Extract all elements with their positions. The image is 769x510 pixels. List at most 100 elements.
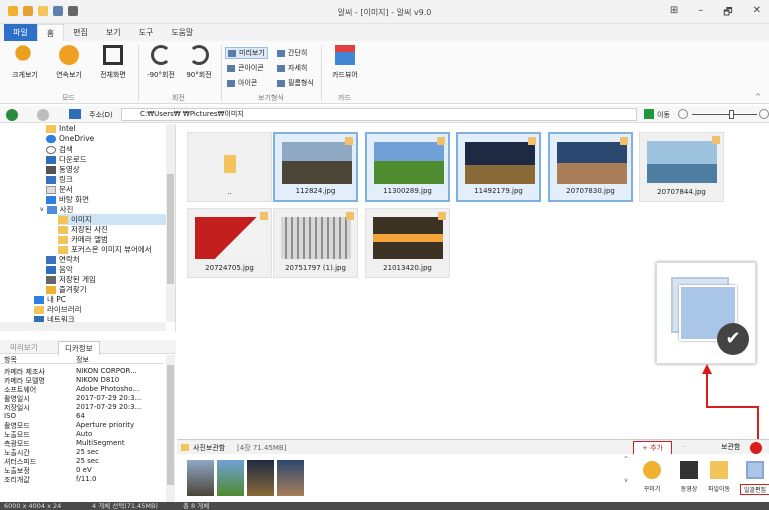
decorate-icon[interactable] [643, 461, 661, 479]
tree-scroll-thumb[interactable] [167, 174, 174, 284]
close-button[interactable]: ✕ [753, 5, 761, 22]
view-simple-label: 간단히 [288, 49, 308, 57]
tree-item[interactable]: OneDrive [46, 134, 94, 143]
tab-home[interactable]: 홈 [36, 24, 65, 41]
zoom-out-icon[interactable] [678, 109, 688, 119]
go-button[interactable]: 이동 [657, 110, 670, 120]
tray-thumbnail[interactable] [187, 460, 214, 496]
table-row: 저장일시 2017-07-29 20:3... [0, 403, 164, 412]
thumbnail-caption: 112824.jpg [295, 187, 336, 195]
prop-value: NIKON CORPOR... [76, 367, 137, 375]
table-row: 촬영일시 2017-07-29 20:3... [0, 394, 164, 403]
view-preview[interactable]: 미리보기 [225, 47, 268, 59]
ribbon-separator [321, 45, 322, 101]
thumbnail-parent-folder[interactable]: .. [187, 132, 272, 202]
move-file-label[interactable]: 파일이동 [704, 484, 734, 493]
folder-tree: Intel OneDrive 검색 다운로드 동영상 링크 문서 바탕 화면 v… [0, 124, 176, 332]
zoom-slider-thumb[interactable] [729, 110, 734, 119]
video-icon [46, 165, 56, 174]
magnifier-icon [15, 45, 35, 65]
rotate-left-button[interactable]: -90°회전 [140, 45, 182, 80]
thumbnail-caption: 20751797 (1).jpg [285, 264, 346, 272]
minimize-button[interactable]: – [698, 5, 703, 22]
status-bar: 6000 x 4004 x 24 4 개체 선택(71.45MB) 총 8 개체 [0, 502, 769, 510]
forward-icon[interactable] [37, 109, 49, 121]
table-row: 카메라 제조사 NIKON CORPOR... [0, 367, 164, 376]
up-folder-icon[interactable] [69, 109, 81, 119]
view-details[interactable]: 자세히 [277, 63, 307, 73]
view-icons[interactable]: 아이콘 [227, 78, 257, 88]
camera-info-table: 항목 정보 카메라 제조사 NIKON CORPOR... 카메라 모델명 NIKON… [0, 355, 176, 502]
address-label: 주소(D) [89, 111, 113, 119]
prop-key: 노출모드 [4, 431, 30, 439]
thumbnail[interactable]: 20707830.jpg [548, 132, 633, 202]
search-icon [46, 145, 56, 154]
batch-edit-icon[interactable] [746, 461, 764, 479]
folder-icon [46, 124, 56, 133]
address-bar: 주소(D) C:₩Users₩ ₩Pictures₩이미지 이동 [0, 106, 769, 123]
view-filmstrip[interactable]: 필름형식 [277, 78, 314, 88]
thumbnail[interactable]: 112824.jpg [273, 132, 358, 202]
tray-title: 사진보관함 [193, 444, 226, 452]
rotate-right-button[interactable]: 90°회전 [178, 45, 220, 80]
status-dimensions: 6000 x 4004 x 24 [4, 502, 62, 510]
fullscreen-label: 전체화면 [100, 71, 126, 79]
tree-hscrollbar[interactable] [0, 322, 166, 331]
tab-view[interactable]: 보기 [97, 24, 130, 41]
tab-file[interactable]: 파일 [4, 24, 37, 41]
table-row: 측광모드 MultiSegment [0, 439, 164, 448]
tree-item[interactable]: Intel [46, 124, 76, 133]
go-icon[interactable] [644, 109, 654, 119]
movie-label[interactable]: 동영상 [674, 484, 704, 493]
thumbnail[interactable]: 21013420.jpg [365, 208, 450, 278]
table-row: ISO 64 [0, 412, 164, 421]
slideshow-button[interactable]: 연속보기 [48, 45, 90, 80]
prop-value: NIKON D810 [76, 376, 120, 384]
thumbnail[interactable]: 11492179.jpg [456, 132, 541, 202]
tab-camera-info[interactable]: 디카정보 [58, 341, 100, 355]
status-selection: 4 개체 선택(71.45MB) [92, 502, 158, 510]
info-scroll-thumb[interactable] [167, 365, 174, 485]
thumbnail-caption: 20707844.jpg [657, 188, 706, 196]
tray-add-button[interactable]: + 추가 [633, 441, 672, 455]
back-icon[interactable] [6, 109, 18, 121]
view-simple[interactable]: 간단히 [277, 48, 307, 58]
thumbnail[interactable]: 11300289.jpg [365, 132, 450, 202]
thumbnail[interactable]: 20707844.jpg [639, 132, 724, 202]
expanded-icon: v [40, 206, 44, 213]
move-file-icon[interactable] [710, 461, 728, 479]
fullscreen-button[interactable]: 전체화면 [92, 45, 134, 80]
tray-save-button[interactable]: 보관함 [721, 442, 740, 452]
restore-button[interactable]: 🗗 [723, 5, 732, 22]
ribbon-collapse-icon[interactable]: ^ [755, 93, 761, 101]
thumbnail[interactable]: 20724705.jpg [187, 208, 272, 278]
tab-edit[interactable]: 편집 [64, 24, 97, 41]
ribbon-options-button[interactable]: ⊞ [670, 5, 678, 22]
prop-value: Adobe Photosho... [76, 385, 140, 393]
address-input[interactable]: C:₩Users₩ ₩Pictures₩이미지 [121, 108, 637, 121]
cloud-icon [46, 134, 56, 143]
tab-preview[interactable]: 미리보기 [4, 341, 44, 354]
thumbnail-caption: 21013420.jpg [383, 264, 432, 272]
movie-icon[interactable] [680, 461, 698, 479]
zoom-in-icon[interactable] [759, 109, 769, 119]
tray-thumbnail[interactable] [247, 460, 274, 496]
tray-scroll-icon[interactable]: ^ v [622, 456, 630, 500]
ribbon-tabs: 파일 홈 편집 보기 도구 도움말 [0, 24, 769, 41]
table-row: 셔터스피드 25 sec [0, 457, 164, 466]
tray-thumbnail[interactable] [277, 460, 304, 496]
large-view-button[interactable]: 크게보기 [4, 45, 46, 80]
tray-thumbnail[interactable] [217, 460, 244, 496]
tab-tools[interactable]: 도구 [130, 24, 163, 41]
zoom-slider[interactable] [692, 114, 757, 115]
prop-key: ISO [4, 412, 17, 420]
tray-remove-button[interactable]: – [682, 442, 686, 450]
check-icon: ✔ [717, 323, 749, 355]
tab-help[interactable]: 도움말 [162, 24, 202, 41]
decorate-label[interactable]: 꾸미기 [637, 484, 667, 493]
card-viewer-button[interactable]: 카드뷰어 [324, 45, 366, 80]
thumbnail-caption: 11300289.jpg [383, 187, 432, 195]
thumbnail[interactable]: 20751797 (1).jpg [273, 208, 358, 278]
view-large-icons[interactable]: 큰아이콘 [227, 63, 264, 73]
batch-edit-label[interactable]: 일괄편집 [740, 484, 769, 495]
